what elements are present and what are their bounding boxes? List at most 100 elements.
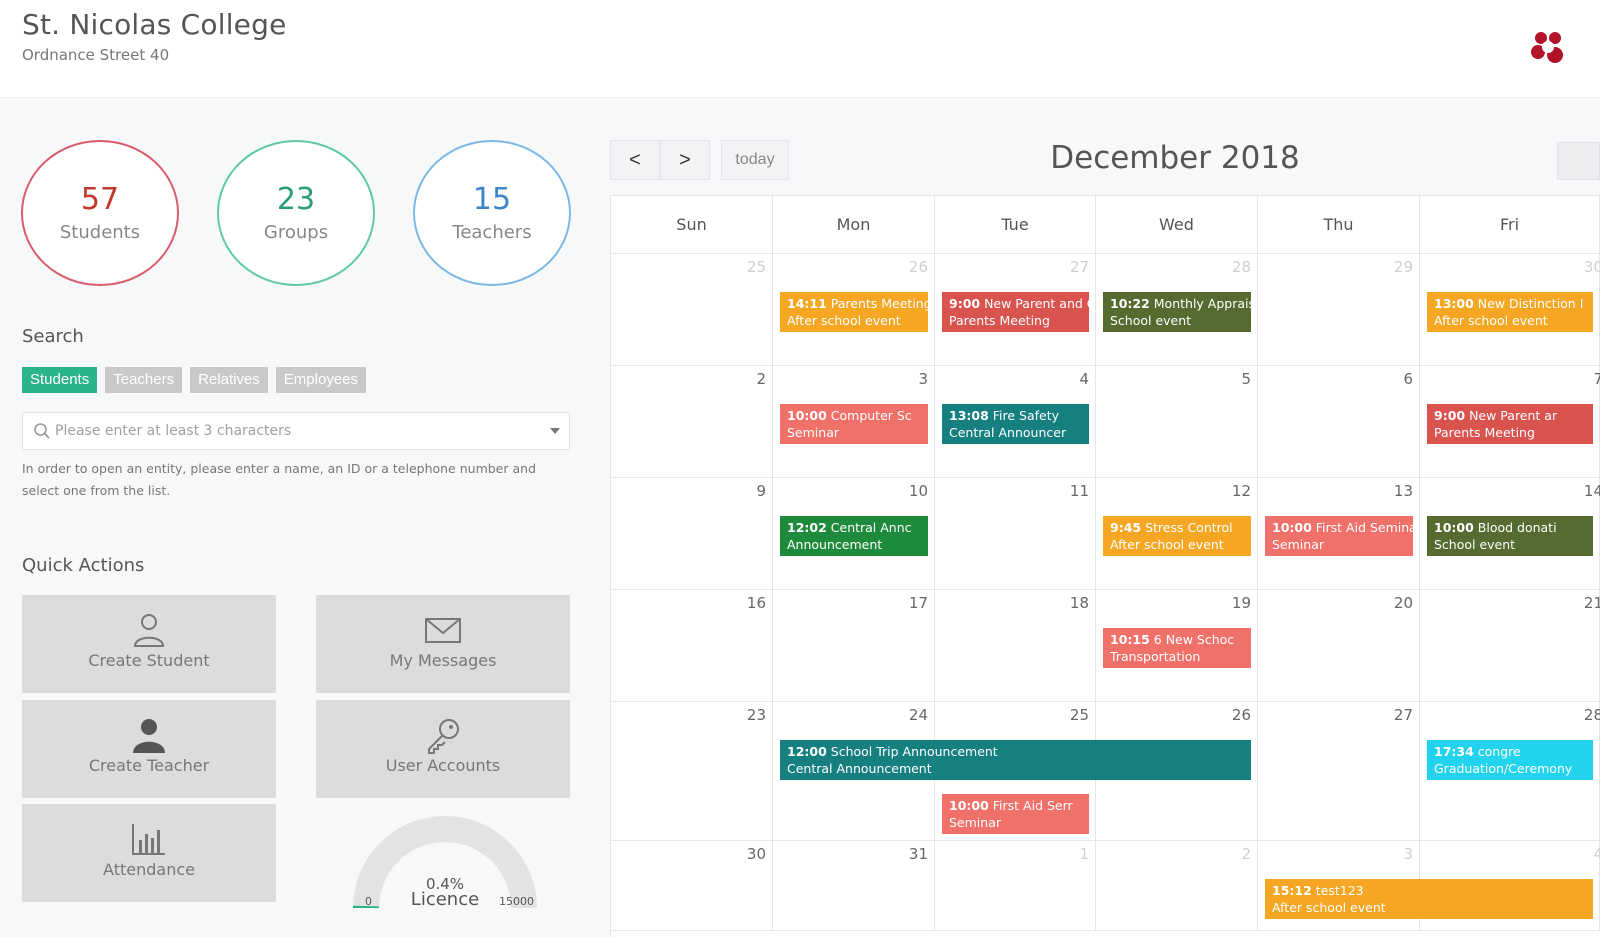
day-cell[interactable]: 5 [1096, 366, 1258, 478]
search-title: Search [22, 326, 84, 347]
day-number: 2 [756, 370, 766, 388]
event-time: 14:11 [787, 296, 827, 311]
search-icon [34, 423, 50, 439]
calendar-nav: < > [610, 140, 710, 180]
calendar-event[interactable]: 12:02 Central Annc Announcement [780, 516, 928, 556]
day-number: 1 [1079, 845, 1089, 863]
event-title: Computer Sc [826, 408, 912, 423]
event-category: After school event [787, 313, 901, 328]
students-stat[interactable]: 57 Students [21, 140, 179, 286]
day-number: 26 [908, 258, 928, 276]
day-header-wed: Wed [1096, 196, 1258, 254]
day-number: 11 [1069, 482, 1089, 500]
day-cell[interactable]: 18 [935, 590, 1096, 702]
day-cell[interactable]: 27 [1258, 702, 1420, 841]
today-button[interactable]: today [721, 140, 789, 180]
calendar-event[interactable]: 13:08 Fire Safety Central Announcer [942, 404, 1089, 444]
attendance-button[interactable]: Attendance [22, 804, 276, 902]
next-month-button[interactable]: > [660, 140, 710, 180]
event-title: test123 [1311, 883, 1364, 898]
school-logo-icon[interactable] [1528, 28, 1568, 68]
teachers-label: Teachers [452, 222, 532, 243]
day-cell[interactable]: 30 [611, 841, 773, 931]
day-cell[interactable]: 29 [1258, 254, 1420, 366]
my-messages-button[interactable]: My Messages [316, 595, 570, 693]
calendar-event[interactable]: 12:00 School Trip Announcement Central An… [780, 740, 1251, 780]
day-cell[interactable]: 1 [935, 841, 1096, 931]
event-time: 13:00 [1434, 296, 1474, 311]
create-teacher-button[interactable]: Create Teacher [22, 700, 276, 798]
school-name: St. Nicolas College [22, 8, 287, 41]
event-category: Seminar [1272, 537, 1324, 552]
event-title: congre [1473, 744, 1521, 759]
search-input[interactable] [55, 419, 545, 443]
day-cell[interactable]: 23 [611, 702, 773, 841]
calendar-event[interactable]: 10:15 6 New Schoc Transportation [1103, 628, 1251, 668]
day-cell[interactable]: 2 [611, 366, 773, 478]
teachers-stat[interactable]: 15 Teachers [413, 140, 571, 286]
day-header-mon: Mon [773, 196, 935, 254]
day-number: 5 [1241, 370, 1251, 388]
calendar-event[interactable]: 14:11 Parents Meeting After school event [780, 292, 928, 332]
tab-relatives[interactable]: Relatives [190, 367, 268, 393]
calendar-event[interactable]: 15:12 test123 After school event [1265, 879, 1593, 919]
event-time: 15:12 [1272, 883, 1312, 898]
day-header-tue: Tue [935, 196, 1096, 254]
day-cell[interactable]: 21 [1420, 590, 1600, 702]
user-solid-icon [133, 719, 165, 753]
day-number: 12 [1231, 482, 1251, 500]
event-time: 10:00 [1272, 520, 1312, 535]
event-title: New Distinction I [1473, 296, 1584, 311]
day-number: 19 [1231, 594, 1251, 612]
day-number: 3 [918, 370, 928, 388]
calendar-event[interactable]: 10:00 First Aid Seminar Seminar [1265, 516, 1413, 556]
day-cell[interactable]: 9 [611, 478, 773, 590]
event-time: 10:00 [949, 798, 989, 813]
create-student-button[interactable]: Create Student [22, 595, 276, 693]
event-time: 13:08 [949, 408, 989, 423]
day-cell[interactable]: 25 [611, 254, 773, 366]
day-number: 14 [1583, 482, 1600, 500]
calendar-event[interactable]: 9:00 New Parent ar Parents Meeting [1427, 404, 1593, 444]
day-number: 3 [1403, 845, 1413, 863]
day-cell[interactable]: 20 [1258, 590, 1420, 702]
chevron-down-icon[interactable] [550, 428, 560, 434]
calendar-event[interactable]: 10:00 Computer Sc Seminar [780, 404, 928, 444]
day-cell[interactable]: 2 [1096, 841, 1258, 931]
day-cell[interactable]: 11 [935, 478, 1096, 590]
calendar-event[interactable]: 9:45 Stress Control After school event [1103, 516, 1251, 556]
calendar-event[interactable]: 10:00 Blood donati School event [1427, 516, 1593, 556]
envelope-icon [425, 618, 461, 643]
tab-students[interactable]: Students [22, 367, 98, 393]
calendar-event[interactable]: 10:22 Monthly Apprais School event [1103, 292, 1251, 332]
event-title: New Parent ar [1465, 408, 1558, 423]
tab-employees[interactable]: Employees [275, 367, 366, 393]
day-cell[interactable]: 6 [1258, 366, 1420, 478]
calendar-event[interactable]: 9:00 New Parent and G Parents Meeting [942, 292, 1089, 332]
event-title: New Parent and G [980, 296, 1089, 311]
event-category: After school event [1272, 900, 1386, 915]
user-accounts-button[interactable]: User Accounts [316, 700, 570, 798]
day-cell[interactable]: 17 [773, 590, 935, 702]
tab-teachers[interactable]: Teachers [105, 367, 183, 393]
event-title: Central Annc [826, 520, 912, 535]
day-number: 17 [908, 594, 928, 612]
view-button[interactable] [1557, 142, 1600, 180]
day-cell[interactable]: 31 [773, 841, 935, 931]
day-cell[interactable]: 16 [611, 590, 773, 702]
calendar-event[interactable]: 13:00 New Distinction I After school even… [1427, 292, 1593, 332]
groups-count: 23 [276, 182, 316, 217]
day-number: 21 [1583, 594, 1600, 612]
calendar-event[interactable]: 17:34 congre Graduation/Ceremony [1427, 740, 1593, 780]
month-calendar: Sun Mon Tue Wed Thu Fri 25 26 27 28 29 30 2 3 4 5 6 7 9 10 1… [610, 195, 1600, 937]
event-category: Transportation [1110, 649, 1201, 664]
search-field[interactable] [22, 412, 570, 450]
day-number: 4 [1593, 845, 1600, 863]
prev-month-button[interactable]: < [610, 140, 660, 180]
day-header-sun: Sun [611, 196, 773, 254]
calendar-event[interactable]: 10:00 First Aid Serr Seminar [942, 794, 1089, 834]
key-icon [428, 719, 459, 754]
groups-stat[interactable]: 23 Groups [217, 140, 375, 286]
attendance-label: Attendance [103, 860, 195, 879]
day-number: 23 [746, 706, 766, 724]
